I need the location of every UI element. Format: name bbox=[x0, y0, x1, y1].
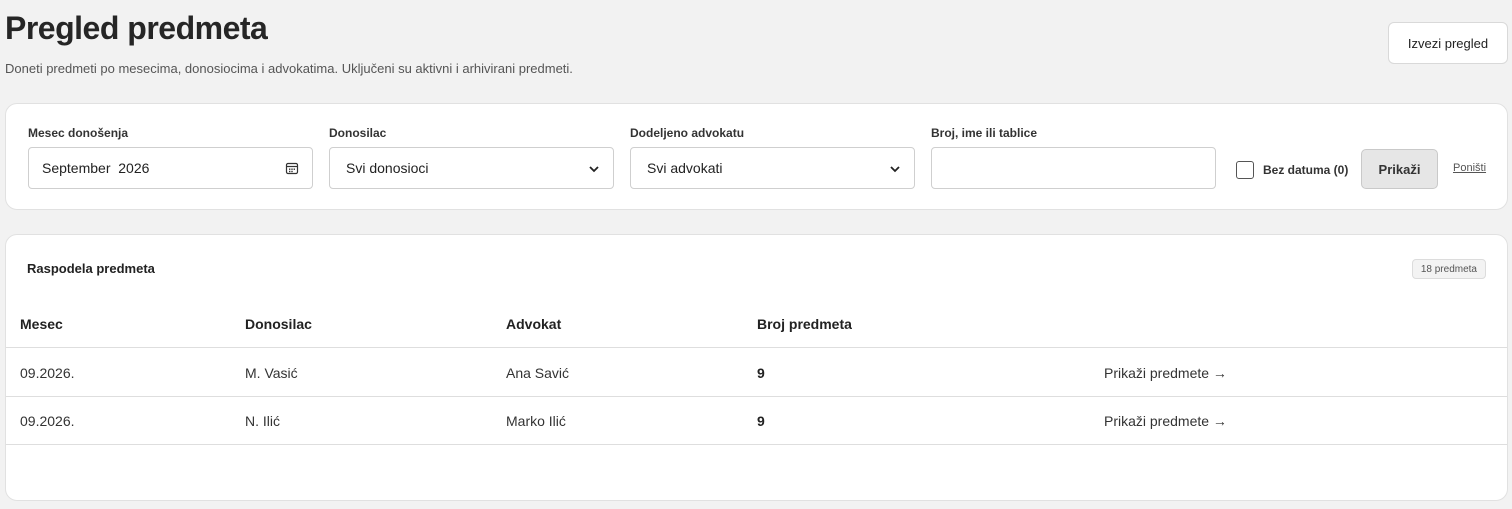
row-count: 9 bbox=[757, 364, 765, 381]
no-date-toggle[interactable]: Bez datuma (0) bbox=[1236, 161, 1348, 179]
column-header-submitter[interactable]: Donosilac bbox=[245, 316, 312, 332]
row-lawyer: Marko Ilić bbox=[506, 412, 566, 429]
table-row: 09.2026. N. Ilić Marko Ilić 9 Prikaži pr… bbox=[6, 397, 1507, 445]
chevron-down-icon bbox=[588, 162, 600, 174]
submitter-filter-label: Donosilac bbox=[329, 126, 387, 140]
page-title: Pregled predmeta bbox=[5, 10, 268, 46]
chevron-down-icon bbox=[889, 162, 901, 174]
count-badge: 18 predmeta bbox=[1411, 259, 1486, 279]
filter-panel: Mesec donošenja September 2026 Donosilac… bbox=[5, 103, 1508, 210]
search-input[interactable] bbox=[931, 147, 1216, 189]
column-header-month[interactable]: Mesec bbox=[20, 316, 63, 332]
export-button[interactable]: Izvezi pregled bbox=[1388, 22, 1508, 64]
page-subtitle: Doneti predmeti po mesecima, donosiocima… bbox=[5, 61, 573, 76]
submitter-select-value: Svi donosioci bbox=[346, 160, 429, 176]
month-filter-label: Mesec donošenja bbox=[28, 126, 129, 140]
month-input-value: September 2026 bbox=[42, 160, 150, 176]
table-header: Mesec Donosilac Advokat Broj predmeta bbox=[6, 301, 1507, 348]
submitter-select[interactable]: Svi donosioci bbox=[329, 147, 614, 189]
calendar-icon[interactable] bbox=[285, 161, 299, 175]
show-cases-link[interactable]: Prikaži predmete → bbox=[1104, 413, 1227, 429]
lawyer-select[interactable]: Svi advokati bbox=[630, 147, 915, 189]
search-filter-label: Broj, ime ili tablice bbox=[931, 126, 1038, 140]
lawyer-filter-label: Dodeljeno advokatu bbox=[630, 126, 745, 140]
row-submitter: M. Vasić bbox=[245, 364, 298, 381]
column-header-lawyer[interactable]: Advokat bbox=[506, 316, 561, 332]
no-date-label: Bez datuma (0) bbox=[1263, 163, 1349, 177]
row-month: 09.2026. bbox=[20, 364, 75, 381]
distribution-table-card: Raspodela predmeta 18 predmeta Mesec Don… bbox=[5, 234, 1508, 501]
no-date-checkbox[interactable] bbox=[1236, 161, 1254, 179]
lawyer-select-value: Svi advokati bbox=[647, 160, 723, 176]
reset-link[interactable]: Poništi bbox=[1453, 162, 1486, 174]
month-input[interactable]: September 2026 bbox=[28, 147, 313, 189]
row-submitter: N. Ilić bbox=[245, 412, 280, 429]
row-month: 09.2026. bbox=[20, 412, 75, 429]
row-count: 9 bbox=[757, 412, 765, 429]
show-cases-link[interactable]: Prikaži predmete → bbox=[1104, 365, 1227, 381]
row-lawyer: Ana Savić bbox=[506, 364, 570, 381]
show-button[interactable]: Prikaži bbox=[1361, 149, 1438, 189]
column-header-count[interactable]: Broj predmeta bbox=[757, 316, 852, 332]
table-row: 09.2026. M. Vasić Ana Savić 9 Prikaži pr… bbox=[6, 349, 1507, 397]
card-title: Raspodela predmeta bbox=[27, 261, 155, 276]
